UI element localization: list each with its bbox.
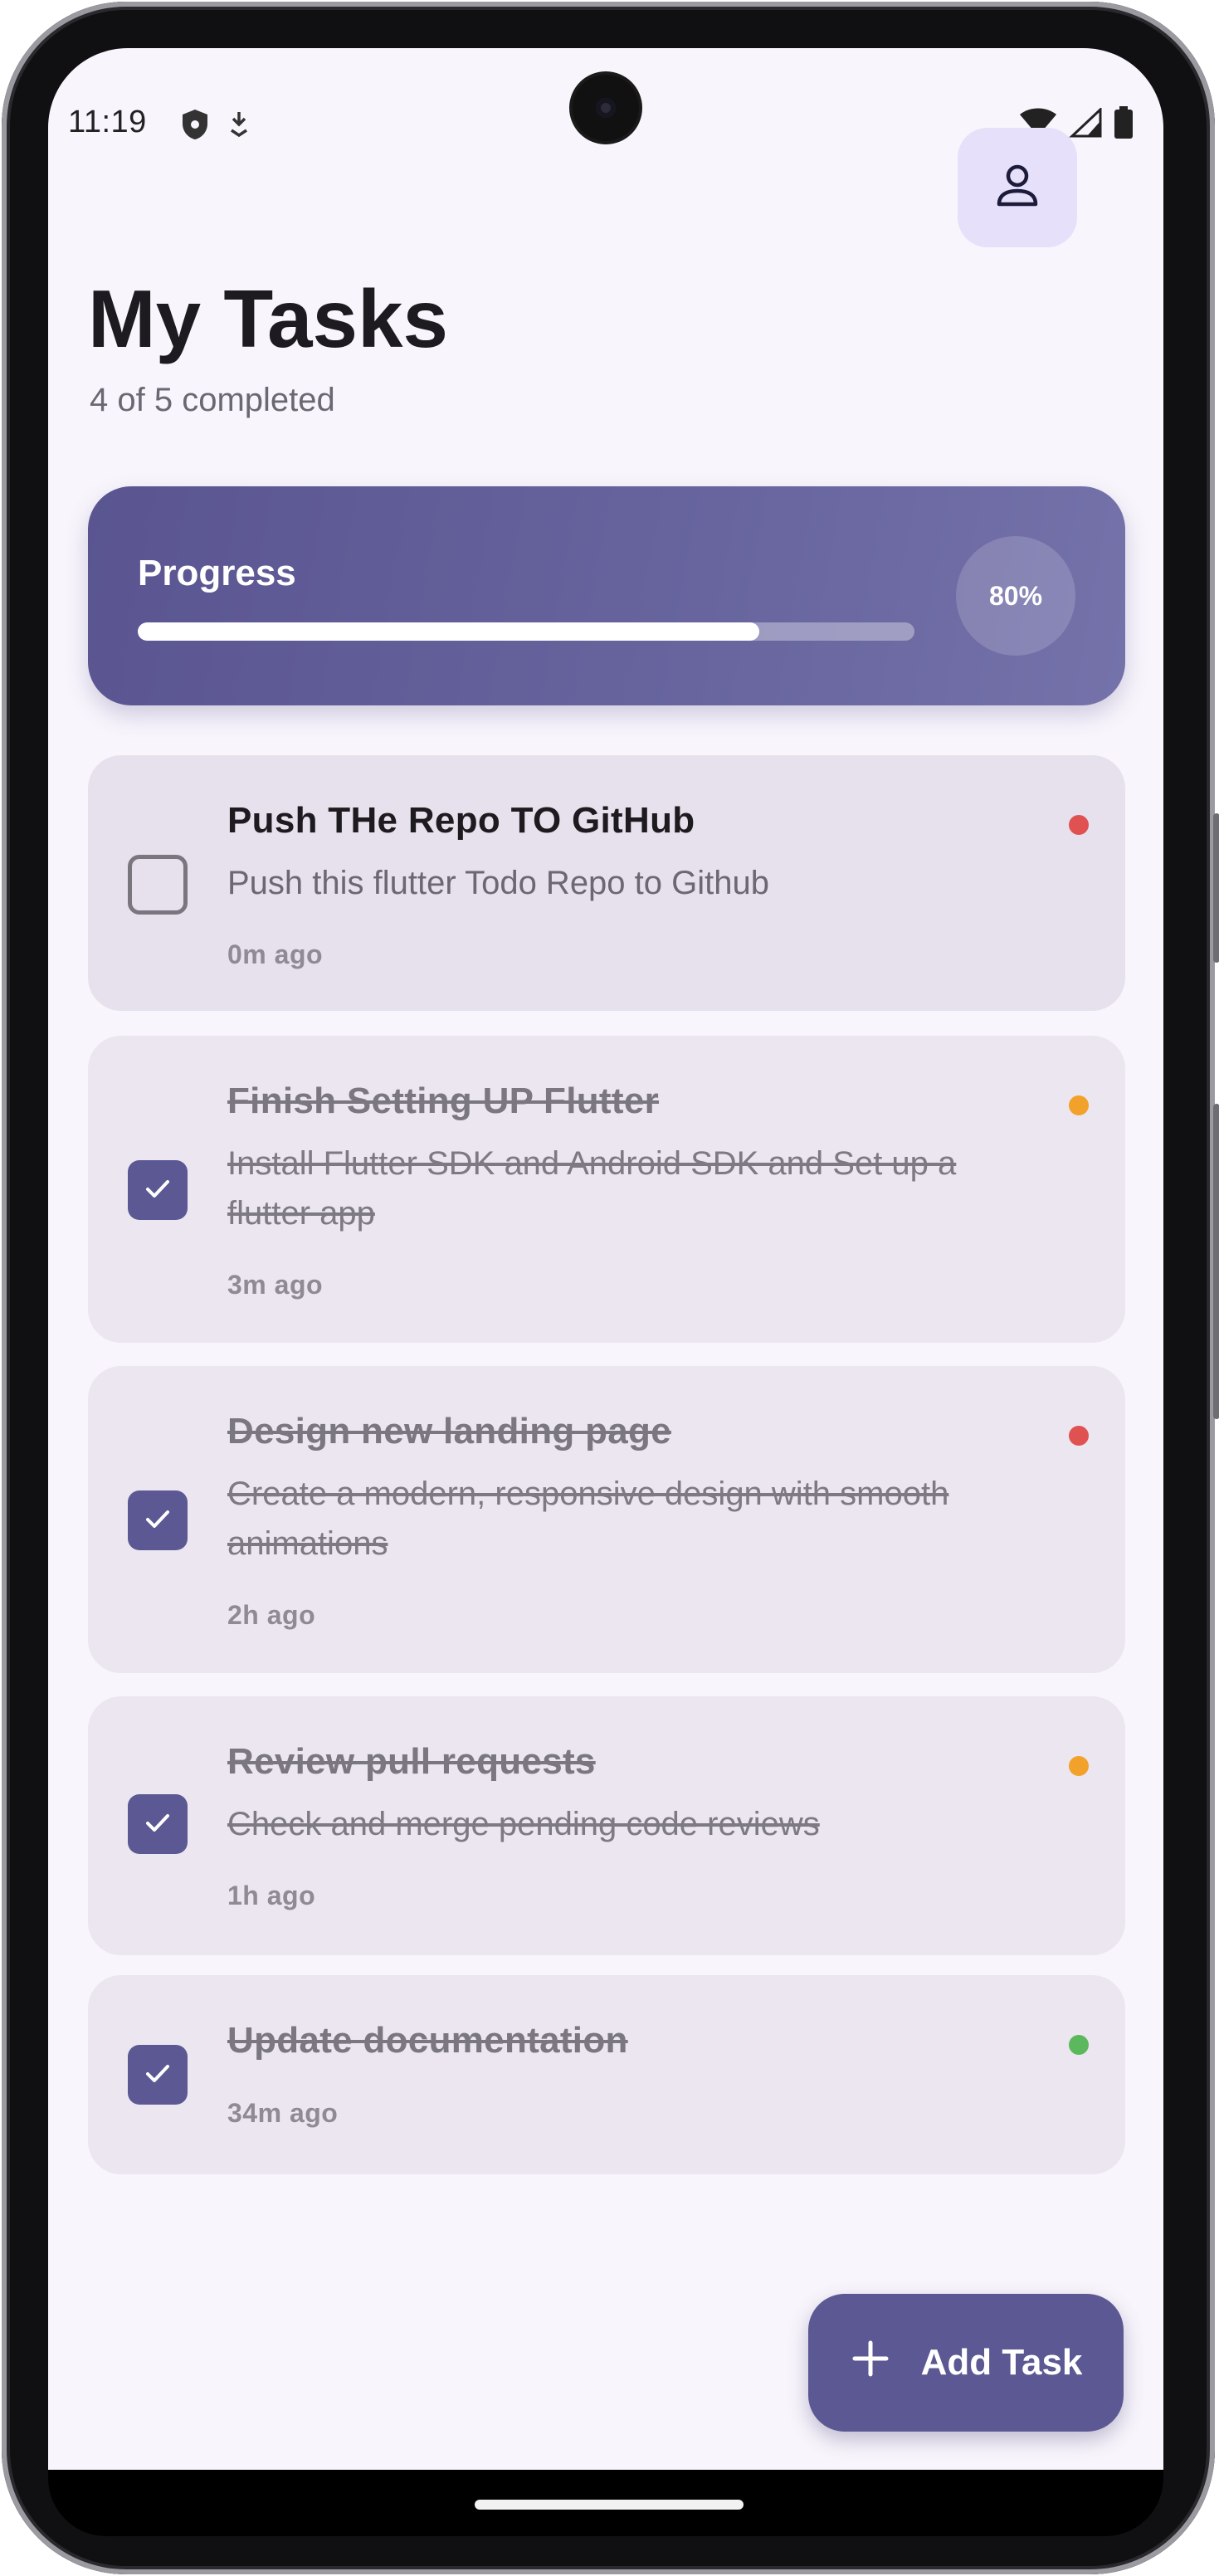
check-icon: [141, 2056, 174, 2094]
add-task-button[interactable]: Add Task: [808, 2294, 1124, 2432]
check-icon: [141, 1806, 174, 1843]
priority-dot: [1069, 1756, 1089, 1776]
progress-percent-badge: 80%: [956, 536, 1075, 656]
home-indicator[interactable]: [475, 2500, 744, 2510]
task-description: Check and merge pending code reviews: [227, 1806, 820, 1842]
task-card[interactable]: Update documentation 34m ago: [88, 1975, 1125, 2174]
task-time: 0m ago: [227, 939, 324, 969]
priority-dot: [1069, 1095, 1089, 1115]
task-title: Push THe Repo TO GitHub: [227, 800, 695, 841]
priority-dot: [1069, 2035, 1089, 2055]
priority-dot: [1069, 815, 1089, 835]
status-time: 11:19: [68, 105, 147, 139]
task-time: 3m ago: [227, 1270, 324, 1300]
profile-button[interactable]: [958, 128, 1077, 247]
task-checkbox[interactable]: [128, 855, 188, 915]
task-card[interactable]: Finish Setting UP Flutter Install Flutte…: [88, 1036, 1125, 1343]
signal-icon: [1069, 106, 1102, 142]
priority-dot: [1069, 1426, 1089, 1446]
battery-icon: [1114, 106, 1134, 144]
task-checkbox[interactable]: [128, 2045, 188, 2105]
task-title: Update documentation: [227, 2020, 628, 2061]
task-checkbox[interactable]: [128, 1160, 188, 1220]
add-task-label: Add Task: [920, 2342, 1083, 2383]
progress-label: Progress: [138, 553, 296, 593]
power-button: [1213, 1104, 1219, 1419]
front-camera: [573, 75, 639, 141]
check-icon: [141, 1502, 174, 1539]
progress-bar: [138, 622, 914, 641]
completion-subtitle: 4 of 5 completed: [90, 382, 335, 418]
person-icon: [992, 161, 1042, 215]
app-screen: 11:19 My Tasks 4 of 5 completed Progress: [48, 48, 1163, 2470]
volume-button: [1213, 813, 1219, 963]
progress-bar-fill: [138, 622, 759, 641]
plus-icon: [850, 2338, 891, 2388]
task-description: Push this flutter Todo Repo to Github: [227, 865, 769, 901]
task-time: 1h ago: [227, 1881, 316, 1910]
task-title: Finish Setting UP Flutter: [227, 1081, 660, 1121]
shield-icon: [181, 108, 209, 145]
task-description: Install Flutter SDK and Android SDK and …: [227, 1145, 957, 1232]
progress-card: Progress 80%: [88, 486, 1125, 705]
page-title: My Tasks: [88, 273, 448, 364]
task-title: Review pull requests: [227, 1741, 596, 1782]
check-icon: [141, 1172, 174, 1209]
task-card[interactable]: Push THe Repo TO GitHub Push this flutte…: [88, 755, 1125, 1011]
task-title: Design new landing page: [227, 1411, 671, 1451]
task-card[interactable]: Design new landing page Create a modern,…: [88, 1366, 1125, 1673]
task-time: 2h ago: [227, 1600, 316, 1630]
task-checkbox[interactable]: [128, 1794, 188, 1854]
task-checkbox[interactable]: [128, 1490, 188, 1550]
task-description: Create a modern, responsive design with …: [227, 1476, 949, 1562]
task-card[interactable]: Review pull requests Check and merge pen…: [88, 1696, 1125, 1955]
download-icon: [227, 110, 251, 143]
task-time: 34m ago: [227, 2098, 339, 2128]
status-icons-left: [181, 108, 251, 145]
